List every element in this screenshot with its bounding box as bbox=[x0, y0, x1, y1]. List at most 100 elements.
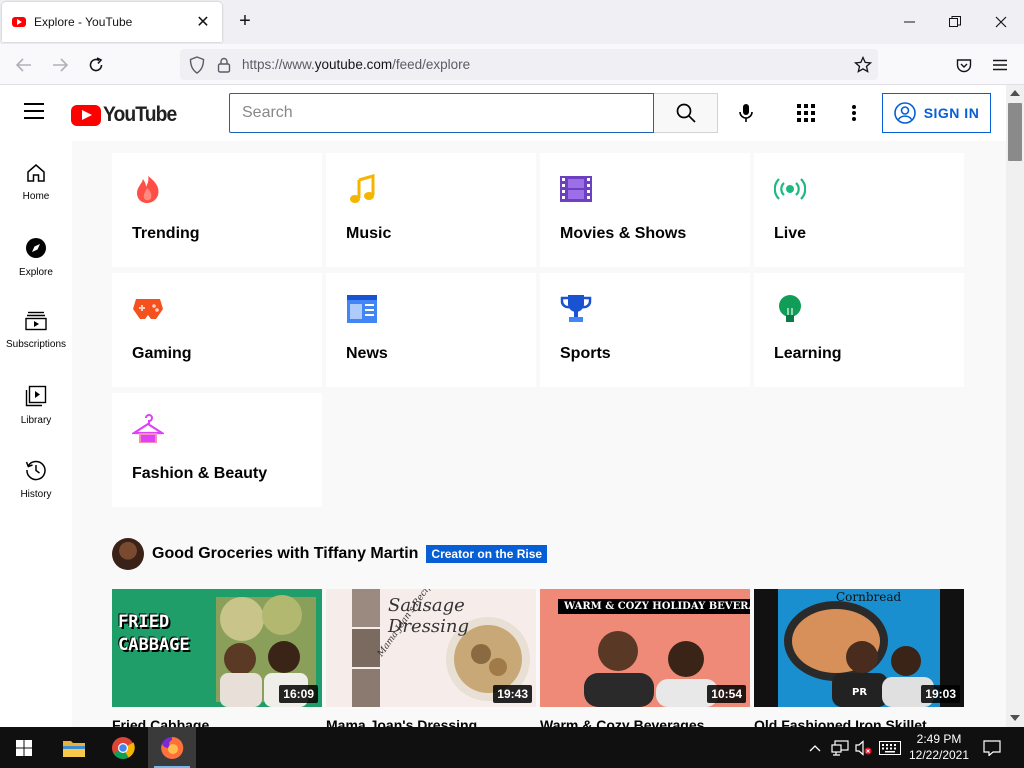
firefox-icon[interactable] bbox=[148, 727, 196, 768]
video-title[interactable]: Mama Joan's Dressing bbox=[326, 717, 536, 727]
youtube-apps-icon[interactable] bbox=[792, 99, 820, 127]
tab-close-icon[interactable]: ✕ bbox=[194, 12, 212, 32]
sidebar-item-home[interactable]: Home bbox=[0, 141, 72, 215]
card-title: Learning bbox=[774, 345, 842, 362]
destination-card-music[interactable]: Music bbox=[326, 153, 536, 267]
url-host: youtube.com bbox=[314, 57, 393, 72]
scroll-up-arrow-icon[interactable] bbox=[1010, 90, 1020, 96]
close-window-icon[interactable] bbox=[978, 0, 1024, 44]
video-duration: 19:03 bbox=[921, 685, 960, 703]
card-title: Movies & Shows bbox=[560, 225, 687, 242]
touch-keyboard-icon[interactable] bbox=[877, 727, 903, 768]
network-icon[interactable] bbox=[829, 727, 851, 768]
browser-tabstrip: Explore - YouTube ✕ + bbox=[0, 0, 1024, 44]
thumbnail-text: Cornbread bbox=[836, 590, 902, 604]
reload-icon[interactable] bbox=[83, 52, 109, 78]
library-icon bbox=[25, 385, 47, 407]
video-title[interactable]: Warm & Cozy Beverages bbox=[540, 717, 750, 727]
scroll-down-arrow-icon[interactable] bbox=[1010, 715, 1020, 721]
history-icon bbox=[25, 460, 46, 481]
search-box[interactable] bbox=[229, 93, 654, 133]
chrome-icon[interactable] bbox=[99, 727, 147, 768]
restore-window-icon[interactable] bbox=[932, 0, 978, 44]
thumbnail-text: FRIED CABBAGE bbox=[118, 612, 190, 655]
video-thumbnail[interactable]: Sausage Dressing Mama Joan's Recipe 19:4… bbox=[326, 589, 536, 707]
settings-more-icon[interactable] bbox=[840, 99, 868, 127]
youtube-header: YouTube SIGN IN bbox=[0, 85, 1006, 141]
card-title: Music bbox=[346, 225, 392, 242]
back-arrow-icon[interactable] bbox=[11, 52, 37, 78]
search-input[interactable] bbox=[230, 94, 653, 132]
video-item[interactable]: PR Cornbread 19:03 Old Fashioned Iron Sk… bbox=[754, 589, 964, 727]
destination-card-fashion-beauty[interactable]: Fashion & Beauty bbox=[112, 393, 322, 507]
explore-content: Trending Music Movies & Shows Live Gamin… bbox=[72, 141, 1006, 727]
destination-card-trending[interactable]: Trending bbox=[112, 153, 322, 267]
card-title: Sports bbox=[560, 345, 611, 362]
card-title: News bbox=[346, 345, 388, 362]
sidebar-item-label: Library bbox=[20, 415, 52, 426]
flame-icon bbox=[132, 173, 164, 205]
lock-icon[interactable] bbox=[216, 56, 232, 74]
video-item[interactable]: WARM & COZY HOLIDAY BEVERAGES 10:54 Warm… bbox=[540, 589, 750, 727]
video-title[interactable]: Old Fashioned Iron Skillet bbox=[754, 717, 964, 727]
channel-avatar[interactable] bbox=[112, 538, 144, 570]
sign-in-button[interactable]: SIGN IN bbox=[882, 93, 991, 133]
tracking-shield-icon[interactable] bbox=[188, 55, 206, 74]
scrollbar-thumb[interactable] bbox=[1008, 103, 1022, 161]
browser-navbar: https://www.youtube.com/feed/explore bbox=[0, 44, 1024, 85]
video-duration: 19:43 bbox=[493, 685, 532, 703]
taskbar-clock[interactable]: 2:49 PM 12/22/2021 bbox=[903, 731, 975, 763]
video-thumbnail[interactable]: PR Cornbread 19:03 bbox=[754, 589, 964, 707]
search-icon bbox=[676, 103, 696, 123]
pocket-icon[interactable] bbox=[951, 52, 977, 78]
video-duration: 16:09 bbox=[279, 685, 318, 703]
search-button[interactable] bbox=[654, 93, 718, 133]
channel-shelf-header: Good Groceries with Tiffany Martin Creat… bbox=[112, 538, 548, 570]
app-menu-icon[interactable] bbox=[987, 52, 1013, 78]
game-controller-icon bbox=[132, 293, 164, 325]
subscriptions-icon bbox=[25, 311, 47, 331]
action-center-notification-icon[interactable] bbox=[980, 727, 1004, 768]
newspaper-icon bbox=[346, 293, 378, 325]
windows-start-icon[interactable] bbox=[0, 727, 48, 768]
destination-card-news[interactable]: News bbox=[326, 273, 536, 387]
channel-name[interactable]: Good Groceries with Tiffany Martin bbox=[152, 545, 418, 563]
destination-card-sports[interactable]: Sports bbox=[540, 273, 750, 387]
live-broadcast-icon bbox=[774, 173, 806, 205]
sidebar-item-subscriptions[interactable]: Subscriptions bbox=[0, 289, 72, 363]
sidebar-item-library[interactable]: Library bbox=[0, 363, 72, 437]
clock-time: 2:49 PM bbox=[916, 732, 962, 746]
video-thumbnail[interactable]: FRIED CABBAGE 16:09 bbox=[112, 589, 322, 707]
youtube-logo[interactable]: YouTube bbox=[71, 103, 183, 127]
mini-guide-sidebar: Home Explore Subscriptions Library Histo… bbox=[0, 141, 72, 727]
destination-card-movies-shows[interactable]: Movies & Shows bbox=[540, 153, 750, 267]
destination-card-learning[interactable]: Learning bbox=[754, 273, 964, 387]
sidebar-item-label: Home bbox=[22, 191, 50, 202]
show-hidden-icons-chevron-icon[interactable] bbox=[806, 727, 824, 768]
video-thumbnail[interactable]: WARM & COZY HOLIDAY BEVERAGES 10:54 bbox=[540, 589, 750, 707]
file-explorer-icon[interactable] bbox=[50, 727, 98, 768]
voice-search-button[interactable] bbox=[729, 96, 763, 130]
url-bar[interactable]: https://www.youtube.com/feed/explore bbox=[180, 49, 878, 80]
destination-card-gaming[interactable]: Gaming bbox=[112, 273, 322, 387]
home-icon bbox=[27, 164, 45, 182]
destination-card-live[interactable]: Live bbox=[754, 153, 964, 267]
url-text[interactable]: https://www.youtube.com/feed/explore bbox=[242, 57, 848, 72]
forward-arrow-icon[interactable] bbox=[47, 52, 73, 78]
browser-tab-explore[interactable]: Explore - YouTube ✕ bbox=[2, 2, 222, 42]
page-scrollbar[interactable] bbox=[1006, 85, 1024, 727]
sidebar-item-explore[interactable]: Explore bbox=[0, 215, 72, 289]
sidebar-item-label: History bbox=[20, 489, 52, 500]
video-item[interactable]: Sausage Dressing Mama Joan's Recipe 19:4… bbox=[326, 589, 536, 727]
new-tab-icon[interactable]: + bbox=[234, 10, 256, 32]
thumbnail-text: WARM & COZY HOLIDAY BEVERAGES bbox=[558, 599, 750, 614]
lightbulb-icon bbox=[774, 293, 806, 325]
bookmark-star-icon[interactable] bbox=[848, 50, 878, 80]
video-title[interactable]: Fried Cabbage bbox=[112, 717, 322, 727]
guide-menu-icon[interactable] bbox=[24, 103, 44, 119]
card-title: Fashion & Beauty bbox=[132, 465, 268, 482]
volume-muted-icon[interactable] bbox=[853, 727, 875, 768]
sidebar-item-history[interactable]: History bbox=[0, 437, 72, 511]
video-item[interactable]: FRIED CABBAGE 16:09 Fried Cabbage bbox=[112, 589, 322, 727]
minimize-window-icon[interactable] bbox=[886, 0, 932, 44]
